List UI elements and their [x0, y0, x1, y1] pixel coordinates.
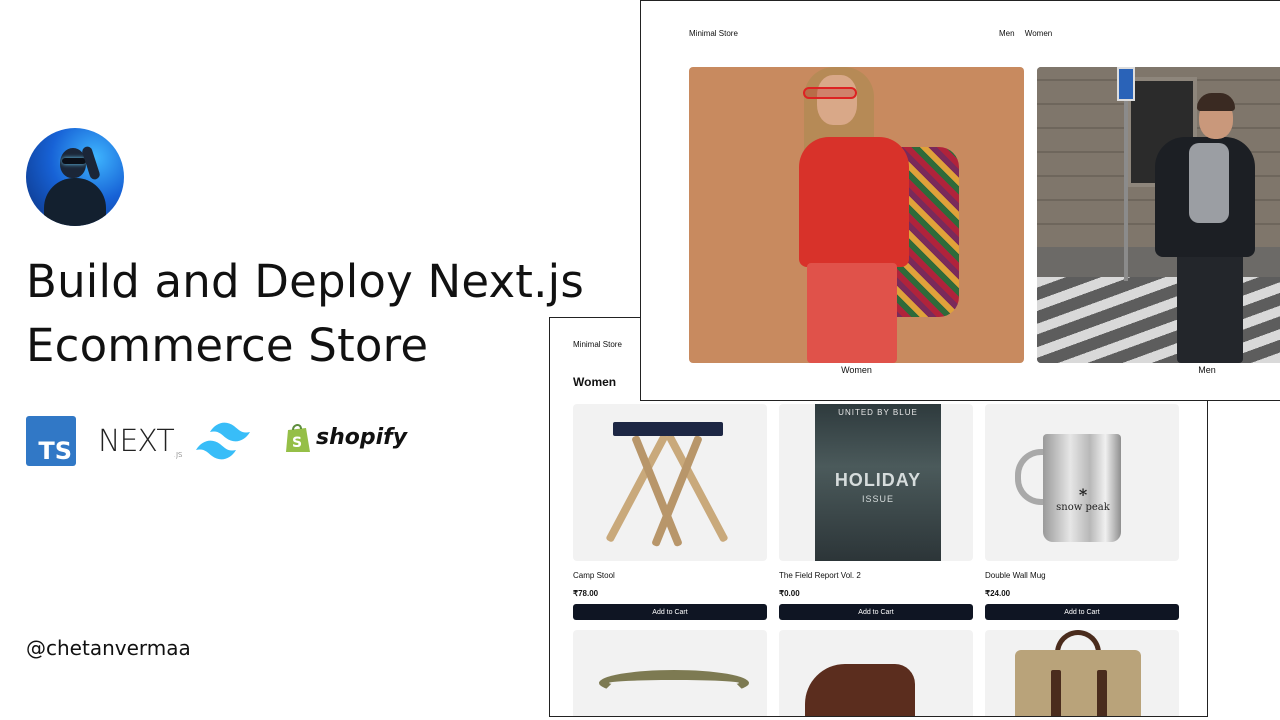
product-card: [985, 630, 1179, 716]
product-card: Camp Stool ₹78.00 Add to Cart: [573, 404, 767, 620]
product-card: [573, 630, 767, 716]
product-price: ₹24.00: [985, 589, 1011, 598]
shopify-wordmark: shopify: [316, 425, 408, 450]
typescript-icon: TS: [26, 416, 76, 466]
poster-title: UNITED BY BLUE: [838, 408, 918, 417]
product-card: * snow peak Double Wall Mug ₹24.00 Add t…: [985, 404, 1179, 620]
product-name[interactable]: Camp Stool: [573, 571, 767, 580]
svg-text:S: S: [292, 435, 302, 451]
add-to-cart-button[interactable]: Add to Cart: [985, 604, 1179, 620]
product-image-bag[interactable]: [985, 630, 1179, 716]
product-price: ₹0.00: [779, 589, 800, 598]
product-image-field-report[interactable]: UNITED BY BLUE HOLIDAY ISSUE: [779, 404, 973, 561]
add-to-cart-button[interactable]: Add to Cart: [573, 604, 767, 620]
poster-holiday: HOLIDAY: [834, 470, 922, 490]
avatar: [26, 128, 124, 226]
mug-logo-text: snow peak: [1056, 502, 1110, 513]
mug-logo: * snow peak: [1047, 485, 1119, 514]
product-card: [779, 630, 973, 716]
product-name[interactable]: The Field Report Vol. 2: [779, 571, 973, 580]
author-handle: @chetanvermaa: [26, 636, 191, 660]
store-brand[interactable]: Minimal Store: [573, 340, 622, 349]
headline-line-1: Build and Deploy Next.js: [26, 255, 584, 308]
add-to-cart-button[interactable]: Add to Cart: [779, 604, 973, 620]
product-card: UNITED BY BLUE HOLIDAY ISSUE The Field R…: [779, 404, 973, 620]
nextjs-suffix: .JS: [173, 451, 183, 459]
nav-link-women[interactable]: Women: [1025, 29, 1052, 38]
product-image-camp-stool[interactable]: [573, 404, 767, 561]
product-image-strap[interactable]: [573, 630, 767, 716]
shopify-logo: S shopify: [284, 420, 424, 460]
hero-card-women[interactable]: [689, 67, 1024, 363]
product-price: ₹78.00: [573, 589, 599, 598]
nextjs-icon: NEXT.JS: [98, 424, 182, 459]
nextjs-label: NEXT: [98, 424, 175, 459]
hero-caption-women[interactable]: Women: [689, 365, 1024, 375]
product-image-boot[interactable]: [779, 630, 973, 716]
headline-line-2: Ecommerce Store: [26, 319, 429, 372]
top-nav: Men Women: [999, 29, 1060, 38]
tailwind-icon: [196, 422, 250, 460]
shopify-bag-icon: S: [286, 424, 310, 452]
tech-stack-logos: TS NEXT.JS S shopify: [26, 412, 426, 472]
product-name[interactable]: Double Wall Mug: [985, 571, 1179, 580]
nav-link-men[interactable]: Men: [999, 29, 1015, 38]
avatar-glasses: [62, 158, 86, 164]
hero-caption-men[interactable]: Men: [1157, 365, 1257, 375]
store-brand[interactable]: Minimal Store: [689, 29, 738, 38]
product-image-double-wall-mug[interactable]: * snow peak: [985, 404, 1179, 561]
avatar-body: [44, 178, 106, 226]
poster-issue: ISSUE: [861, 494, 894, 504]
headline: Build and Deploy Next.js Ecommerce Store: [26, 250, 606, 378]
mug-logo-mark: *: [1078, 485, 1088, 504]
section-title: Women: [573, 375, 617, 389]
hero-screenshot: Minimal Store Men Women Women Men: [640, 0, 1280, 401]
hero-card-men[interactable]: [1037, 67, 1280, 363]
typescript-label: TS: [38, 437, 72, 465]
